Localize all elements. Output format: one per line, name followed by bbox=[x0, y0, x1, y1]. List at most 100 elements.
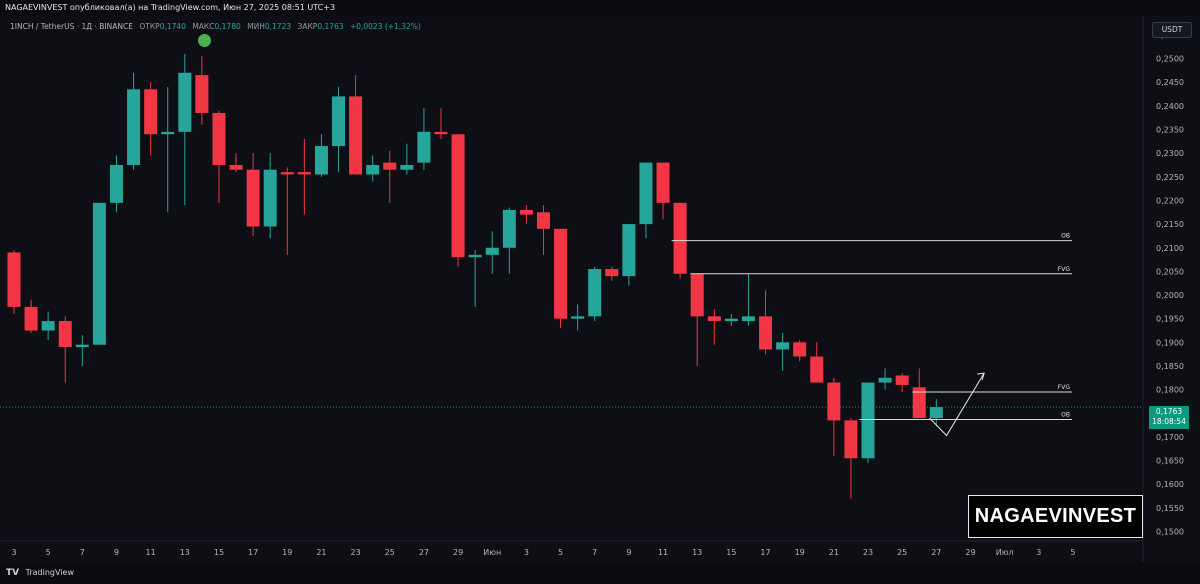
candle-body bbox=[776, 342, 790, 350]
x-tick-label: 19 bbox=[795, 548, 805, 557]
candle-body bbox=[673, 202, 687, 274]
publish-header: NAGAEVINVEST опубликовал(а) на TradingVi… bbox=[0, 0, 1200, 16]
y-tick-label: 0,2200 bbox=[1156, 196, 1184, 205]
x-tick-label: 5 bbox=[558, 548, 563, 557]
y-tick-label: 0,2300 bbox=[1156, 149, 1184, 158]
candle-body bbox=[349, 96, 363, 175]
candle-body bbox=[724, 318, 738, 322]
x-tick-label: Июн bbox=[483, 548, 501, 557]
candle-body bbox=[246, 169, 260, 227]
y-tick-label: 0,1500 bbox=[1156, 528, 1184, 537]
candle-body bbox=[827, 382, 841, 421]
candle-body bbox=[622, 224, 636, 277]
candle-body bbox=[58, 321, 72, 348]
high-label: МАКС bbox=[192, 22, 215, 31]
candle-body bbox=[400, 164, 414, 170]
candle-body bbox=[127, 89, 141, 165]
candle bbox=[554, 228, 568, 329]
y-tick-label: 0,1600 bbox=[1156, 480, 1184, 489]
y-tick-label: 0,2250 bbox=[1156, 173, 1184, 182]
candle-body bbox=[297, 172, 311, 175]
x-tick-label: 13 bbox=[180, 548, 190, 557]
candle-body bbox=[417, 131, 431, 163]
x-tick-label: 27 bbox=[931, 548, 941, 557]
x-tick-label: 5 bbox=[46, 548, 51, 557]
price-chart[interactable]: 0,25500,25000,24500,24000,23500,23000,22… bbox=[0, 16, 1200, 562]
candle-body bbox=[571, 316, 585, 319]
candle-body bbox=[878, 377, 892, 383]
y-tick-label: 0,2350 bbox=[1156, 126, 1184, 135]
candle-body bbox=[793, 342, 807, 357]
candle-body bbox=[24, 306, 38, 331]
ohlc-legend: 1INCH / TetherUS · 1Д · BINANCE ОТКР 0,17… bbox=[10, 22, 421, 31]
candle-body bbox=[280, 172, 294, 175]
candle bbox=[861, 382, 875, 463]
x-tick-label: 19 bbox=[282, 548, 292, 557]
low-label: МИН bbox=[247, 22, 265, 31]
candle-body bbox=[451, 134, 465, 258]
x-tick-label: 25 bbox=[897, 548, 907, 557]
candle-body bbox=[759, 316, 773, 350]
candle-body bbox=[707, 316, 721, 322]
chart-area[interactable]: 0,25500,25000,24500,24000,23500,23000,22… bbox=[0, 16, 1200, 562]
x-tick-label: 13 bbox=[692, 548, 702, 557]
candle-body bbox=[588, 269, 602, 317]
x-tick-label: 3 bbox=[11, 548, 16, 557]
zone-label: OB bbox=[1061, 411, 1070, 418]
candle-body bbox=[605, 269, 619, 277]
x-tick-label: 9 bbox=[626, 548, 631, 557]
candle-body bbox=[144, 89, 158, 135]
open-label: ОТКР bbox=[139, 22, 160, 31]
x-tick-label: 11 bbox=[658, 548, 668, 557]
candle-body bbox=[741, 316, 755, 322]
y-tick-label: 0,1700 bbox=[1156, 433, 1184, 442]
candle bbox=[7, 250, 21, 314]
candle-body bbox=[229, 164, 243, 170]
candle-body bbox=[895, 375, 909, 385]
candle bbox=[451, 134, 465, 267]
close-value: 0,1763 bbox=[317, 22, 344, 31]
x-tick-label: 23 bbox=[351, 548, 361, 557]
candle-body bbox=[366, 164, 380, 175]
y-tick-label: 0,2150 bbox=[1156, 220, 1184, 229]
y-tick-label: 0,2050 bbox=[1156, 267, 1184, 276]
currency-button[interactable]: USDT bbox=[1152, 22, 1192, 38]
candle-body bbox=[844, 420, 858, 459]
bar-countdown: 18:08:54 bbox=[1152, 417, 1186, 426]
x-tick-label: 29 bbox=[965, 548, 975, 557]
candle-body bbox=[178, 72, 192, 132]
x-tick-label: 9 bbox=[114, 548, 119, 557]
y-tick-label: 0,1550 bbox=[1156, 504, 1184, 513]
low-value: 0,1723 bbox=[264, 22, 292, 31]
candle-body bbox=[75, 344, 89, 348]
candle-body bbox=[485, 247, 499, 255]
candle-body bbox=[639, 162, 653, 225]
status-dot-icon bbox=[198, 34, 211, 47]
x-tick-label: 7 bbox=[80, 548, 85, 557]
zone-label: OB bbox=[1061, 233, 1070, 240]
candle-body bbox=[212, 112, 226, 165]
publish-line: NAGAEVINVEST опубликовал(а) на TradingVi… bbox=[5, 3, 336, 12]
candle-body bbox=[109, 164, 123, 203]
footer-bar: 𝗧𝗩 TradingView bbox=[0, 562, 1200, 584]
y-tick-label: 0,2450 bbox=[1156, 78, 1184, 87]
y-tick-label: 0,1900 bbox=[1156, 338, 1184, 347]
candle-body bbox=[536, 212, 550, 229]
candle-body bbox=[434, 131, 448, 135]
x-tick-label: 15 bbox=[214, 548, 224, 557]
symbol-label: 1INCH / TetherUS · 1Д · BINANCE bbox=[10, 22, 133, 31]
candle-body bbox=[929, 407, 943, 419]
tradingview-logo-icon: 𝗧𝗩 bbox=[6, 568, 20, 578]
candle-body bbox=[810, 356, 824, 383]
candle-body bbox=[502, 209, 516, 248]
y-tick-label: 0,2400 bbox=[1156, 102, 1184, 111]
footer-brand: TradingView bbox=[25, 568, 74, 577]
candle-body bbox=[690, 273, 704, 317]
zone-label: FVG bbox=[1058, 384, 1071, 391]
y-tick-label: 0,1950 bbox=[1156, 315, 1184, 324]
x-tick-label: 3 bbox=[524, 548, 529, 557]
current-price-value: 0,1763 bbox=[1155, 407, 1183, 416]
watermark-logo: NAGAEVINVEST bbox=[968, 495, 1143, 538]
x-tick-label: 5 bbox=[1070, 548, 1075, 557]
candle-body bbox=[468, 254, 482, 258]
